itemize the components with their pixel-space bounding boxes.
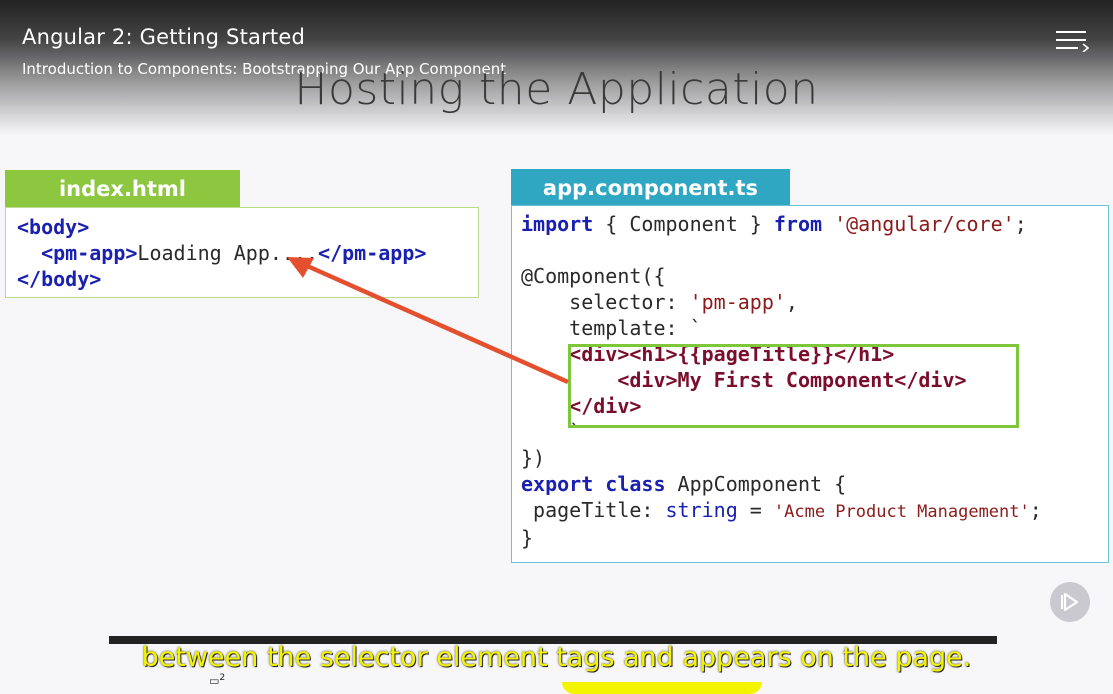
subtitle-icon[interactable]: ▭2 [209, 672, 225, 688]
play-icon [1061, 592, 1079, 612]
arrow-shaft [304, 262, 569, 385]
play-button[interactable] [1050, 582, 1090, 622]
pointer-arrow [287, 257, 569, 385]
closed-caption: between the selector element tags and ap… [141, 642, 972, 673]
caption-highlight-mark [562, 682, 762, 694]
subtitle-marker: 2 [219, 672, 226, 683]
